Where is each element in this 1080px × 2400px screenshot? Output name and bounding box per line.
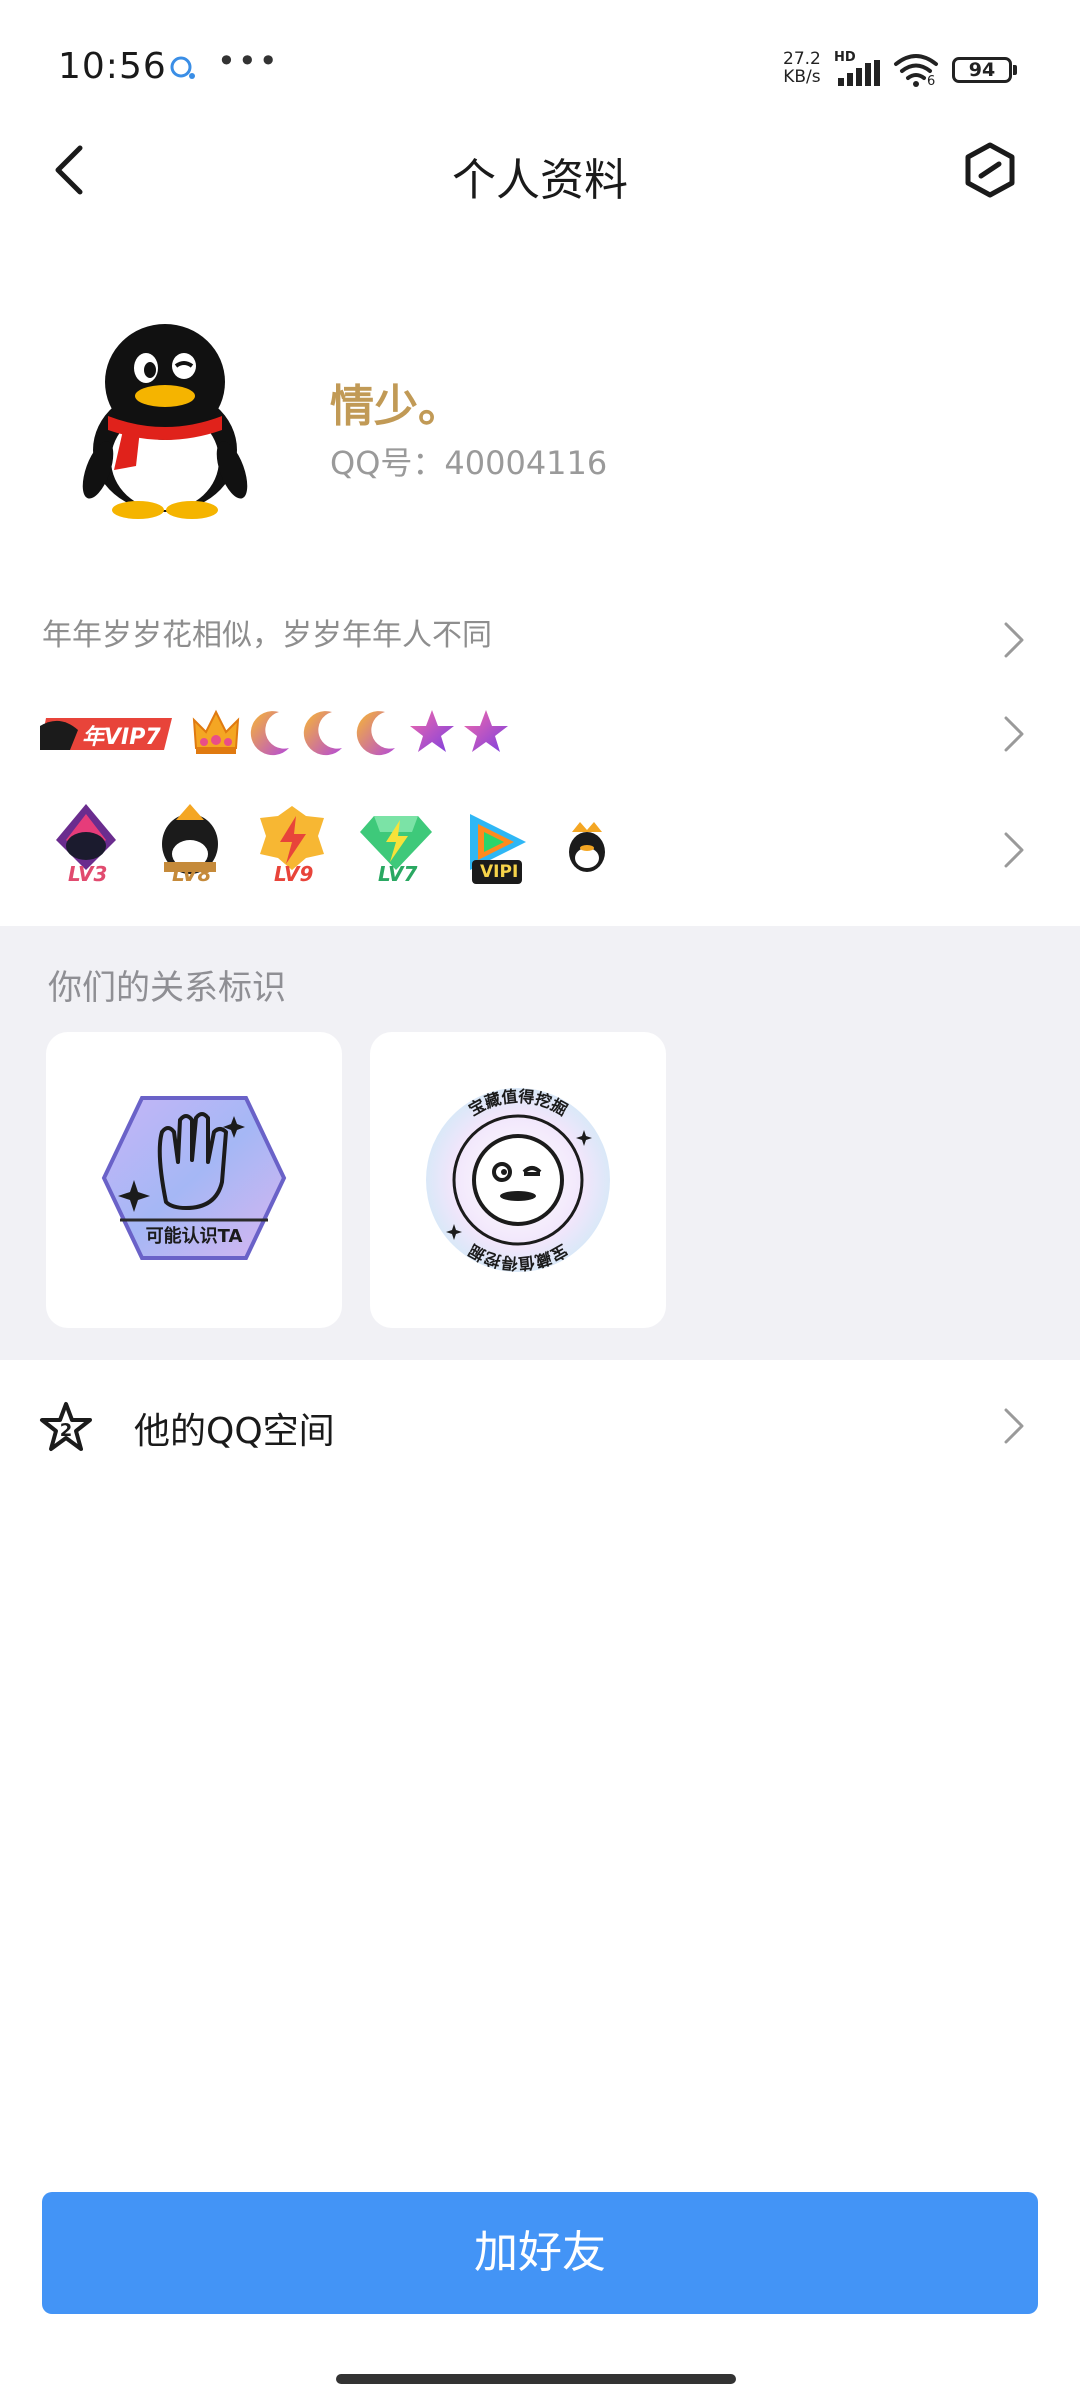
wave-hand-badge (101, 1096, 287, 1260)
level-8-icon: LV8 (150, 800, 230, 892)
level-7-icon: LV7 (356, 800, 436, 892)
moon-icon (303, 711, 342, 756)
hexagon-settings-icon[interactable] (962, 142, 1018, 198)
wifi-standard: 6 (927, 74, 936, 89)
signature-row[interactable]: 年年岁岁花相似，岁岁年年人不同 (0, 590, 1080, 680)
relationship-card[interactable]: 宝藏值得挖掘 宝藏值得挖掘 (370, 1032, 666, 1328)
moon-icon (250, 711, 289, 756)
relationship-card[interactable]: 可能认识TA (46, 1032, 342, 1328)
qzone-star-icon: 2 (40, 1402, 92, 1451)
treasure-face-badge: 宝藏值得挖掘 宝藏值得挖掘 (426, 1087, 610, 1273)
vip-badges-row[interactable]: 年VIP7 (0, 690, 1080, 780)
qzone-label: 他的QQ空间 (134, 1411, 335, 1452)
top-navigation: 个人资料 (0, 130, 1080, 210)
status-bar: 10:56 ••• 27.2 KB/s HD 6 94 (0, 0, 1080, 130)
star-icon (464, 710, 508, 752)
relationship-title: 你们的关系标识 (48, 968, 286, 1008)
qq-number: QQ号：40004116 (330, 444, 608, 482)
level-9-icon: LV9 (252, 800, 332, 892)
profile-card: 情少。 QQ号：40004116 (0, 320, 1080, 540)
moon-icon (356, 711, 395, 756)
small-penguin-icon (569, 822, 605, 872)
chevron-right-icon (1004, 716, 1024, 752)
battery-icon: 94 (952, 57, 1012, 83)
add-friend-button[interactable]: 加好友 (42, 2192, 1038, 2314)
qq-notification-icon (170, 56, 195, 79)
svg-text:2: 2 (60, 1420, 73, 1441)
signal-icon (838, 60, 880, 86)
home-indicator[interactable] (336, 2374, 736, 2384)
more-dots-icon: ••• (217, 42, 280, 80)
crown-icon (192, 709, 240, 754)
status-time: 10:56 (58, 46, 167, 87)
star-icon (410, 710, 454, 752)
avatar[interactable] (80, 320, 250, 520)
service-levels-row[interactable]: LV3 LV8 LV9 LV7 VIPI (0, 790, 1080, 910)
chevron-right-icon (1004, 832, 1024, 868)
battery-tip (1013, 65, 1017, 75)
level-3-icon: LV3 (46, 800, 126, 892)
qzone-row[interactable]: 2 他的QQ空间 (0, 1360, 1080, 1492)
chevron-right-icon (1004, 622, 1024, 658)
video-vip-icon: VIPI (458, 800, 538, 892)
page-title: 个人资料 (452, 155, 628, 206)
chevron-right-icon (1004, 1408, 1024, 1444)
year-vip-badge: 年VIP7 (40, 712, 178, 756)
nickname: 情少。 (330, 381, 462, 432)
relationship-section: 你们的关系标识 可能认识TA 宝藏值得挖掘 宝藏值得挖掘 (0, 926, 1080, 1360)
signature-text: 年年岁岁花相似，岁岁年年人不同 (42, 618, 492, 653)
net-speed: 27.2 KB/s (783, 49, 821, 87)
